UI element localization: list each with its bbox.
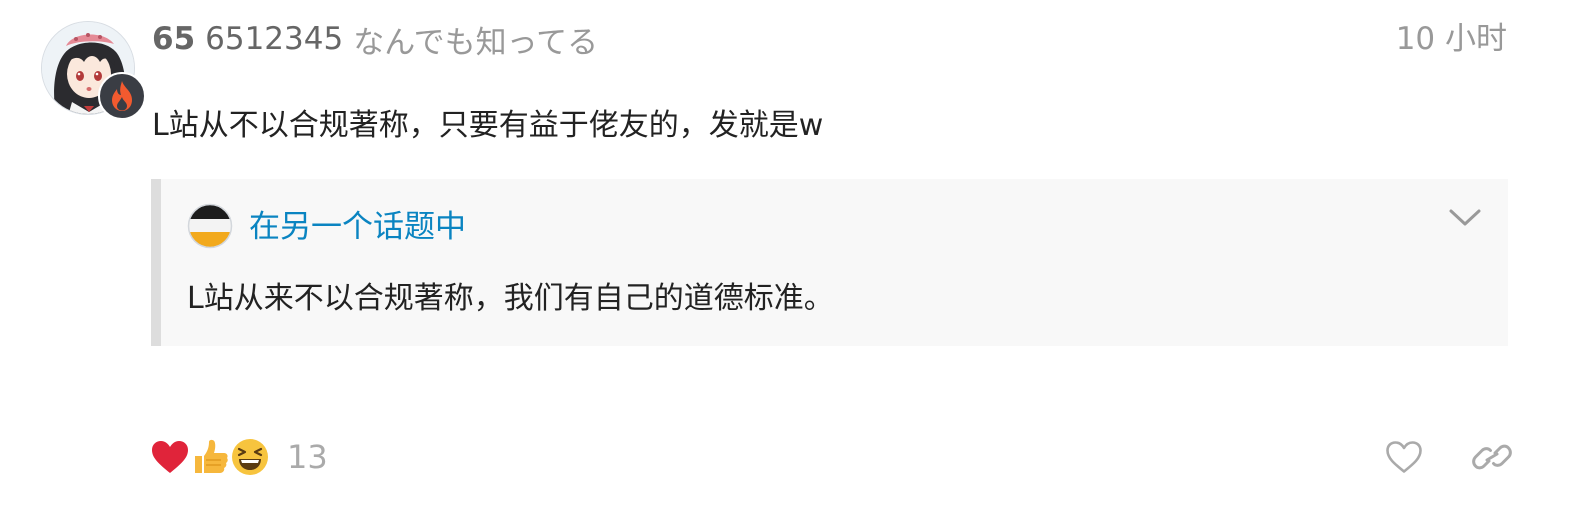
post-body: L站从不以合规著称，只要有益于佬友的，发就是w	[152, 108, 824, 143]
laughing-icon[interactable]	[231, 438, 269, 476]
user-title: なんでも知ってる	[353, 24, 599, 61]
copy-link-button[interactable]	[1470, 434, 1514, 480]
thumbsup-icon[interactable]	[191, 438, 229, 476]
topic-post: 65 6512345 なんでも知ってる 10 小时 L站从不以合规著称，只要有益…	[0, 0, 1595, 521]
username-link[interactable]: 65	[152, 21, 195, 57]
reactions-summary[interactable]: 13	[151, 434, 328, 480]
topic-avatar-icon[interactable]	[187, 203, 233, 249]
like-button[interactable]	[1382, 434, 1426, 480]
fire-icon[interactable]	[98, 72, 146, 120]
full-name-link[interactable]: 6512345	[205, 21, 343, 57]
heart-outline-icon	[1386, 441, 1422, 473]
post-date[interactable]: 10 小时	[1396, 18, 1507, 60]
thumbsup-shape	[195, 439, 228, 473]
laughing-face-shape	[232, 439, 268, 475]
heart-icon[interactable]	[151, 438, 189, 476]
heart-shape	[152, 441, 188, 473]
link-icon	[1472, 444, 1512, 470]
topic-avatar-graphic	[187, 203, 233, 249]
quote-topic-link[interactable]: 在另一个话题中	[249, 206, 466, 248]
reaction-count[interactable]: 13	[287, 438, 328, 476]
post-author-names: 65 6512345 なんでも知ってる	[152, 18, 599, 61]
quote-block: 在另一个话题中 L站从来不以合规著称，我们有自己的道德标准。	[151, 179, 1508, 346]
flame-shape	[112, 81, 132, 111]
quote-text: L站从来不以合规著称，我们有自己的道德标准。	[187, 281, 834, 316]
chevron-shape	[1449, 209, 1481, 226]
chevron-down-icon[interactable]	[1448, 207, 1482, 229]
